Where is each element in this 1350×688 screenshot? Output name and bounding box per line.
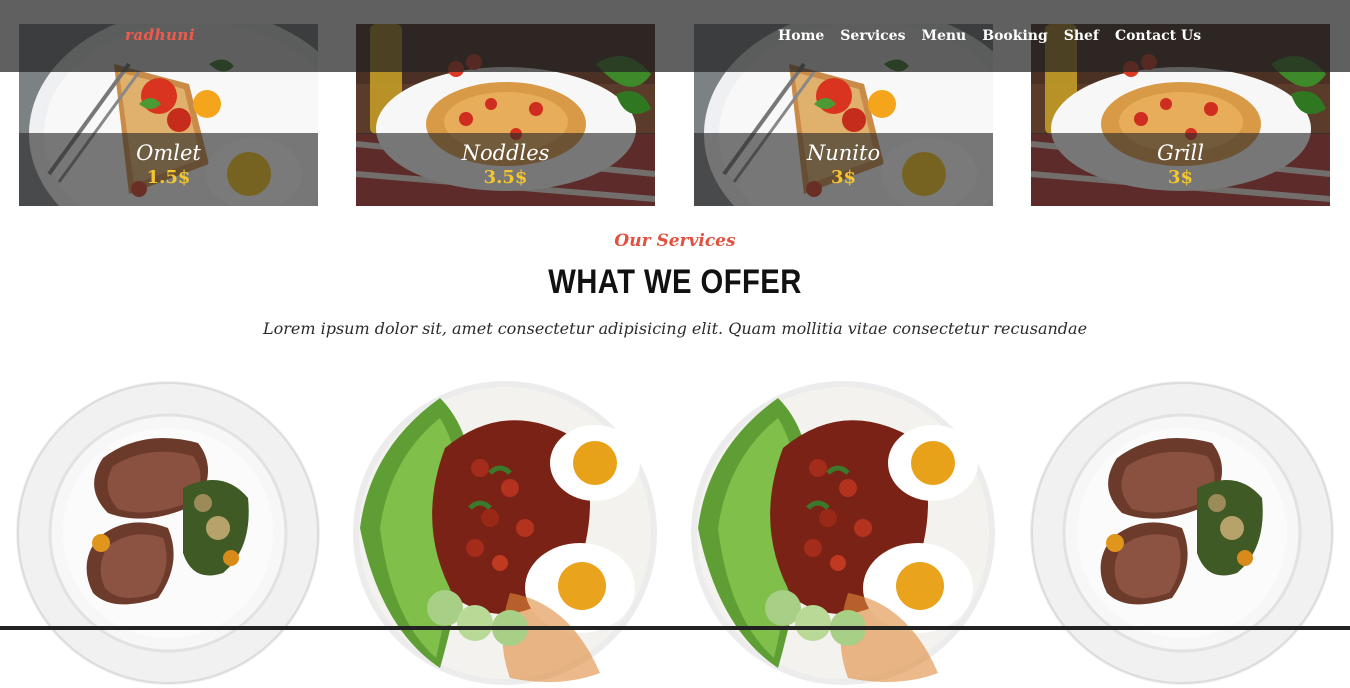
nav-link-menu[interactable]: Menu <box>921 28 966 44</box>
card-caption: Nunito 3$ <box>694 133 993 206</box>
footer-edge <box>0 626 1350 630</box>
top-navbar: radhuni Home Services Menu Booking Shef … <box>0 0 1350 72</box>
brand-logo[interactable]: radhuni <box>125 26 195 44</box>
card-caption: Omlet 1.5$ <box>19 133 318 206</box>
nav-link-home[interactable]: Home <box>778 28 824 44</box>
steak-plate-image <box>1030 381 1334 685</box>
card-title: Omlet <box>136 141 201 165</box>
steak-plate-image <box>16 381 320 685</box>
nav-link-booking[interactable]: Booking <box>982 28 1048 44</box>
services-subtitle: Our Services <box>614 231 736 251</box>
card-caption: Grill 3$ <box>1031 133 1330 206</box>
card-price: 1.5$ <box>146 167 191 188</box>
nav-link-shef[interactable]: Shef <box>1064 28 1099 44</box>
card-title: Noddles <box>461 141 550 165</box>
nav-link-contact[interactable]: Contact Us <box>1115 28 1201 44</box>
beans-eggs-plate-image <box>353 381 657 685</box>
nav-links: Home Services Menu Booking Shef Contact … <box>778 28 1201 44</box>
nav-link-services[interactable]: Services <box>840 28 905 44</box>
card-caption: Noddles 3.5$ <box>356 133 655 206</box>
card-price: 3.5$ <box>483 167 528 188</box>
services-description: Lorem ipsum dolor sit, amet consectetur … <box>262 319 1088 338</box>
card-price: 3$ <box>830 167 857 188</box>
card-title: Nunito <box>806 141 881 165</box>
beans-eggs-plate-image <box>691 381 995 685</box>
services-title: WHAT WE OFFER <box>548 263 802 301</box>
card-title: Grill <box>1157 141 1204 165</box>
card-price: 3$ <box>1167 167 1194 188</box>
